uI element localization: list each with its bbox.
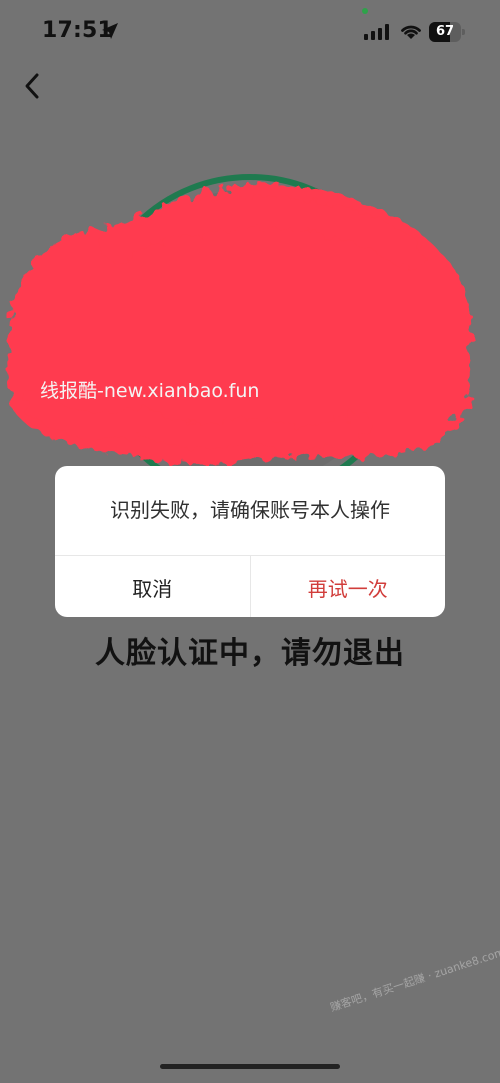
- cancel-button[interactable]: 取消: [55, 556, 251, 617]
- face-recognition-failed-dialog: 识别失败，请确保账号本人操作 取消 再试一次: [55, 466, 445, 617]
- watermark-text: 线报酷-new.xianbao.fun: [40, 380, 260, 402]
- face-scan-area: 线报酷-new.xianbao.fun: [0, 0, 500, 520]
- dialog-message: 识别失败，请确保账号本人操作: [55, 466, 445, 556]
- home-indicator[interactable]: [160, 1064, 340, 1069]
- corner-watermark-text: 赚客吧，有买一起赚 · zuanke8.com: [328, 945, 500, 1015]
- face-verification-status-text: 人脸认证中，请勿退出: [95, 636, 405, 671]
- dialog-actions: 取消 再试一次: [55, 556, 445, 617]
- retry-button[interactable]: 再试一次: [251, 556, 446, 617]
- red-redaction-scribble: [8, 184, 472, 465]
- face-scan-graphic: [8, 174, 472, 500]
